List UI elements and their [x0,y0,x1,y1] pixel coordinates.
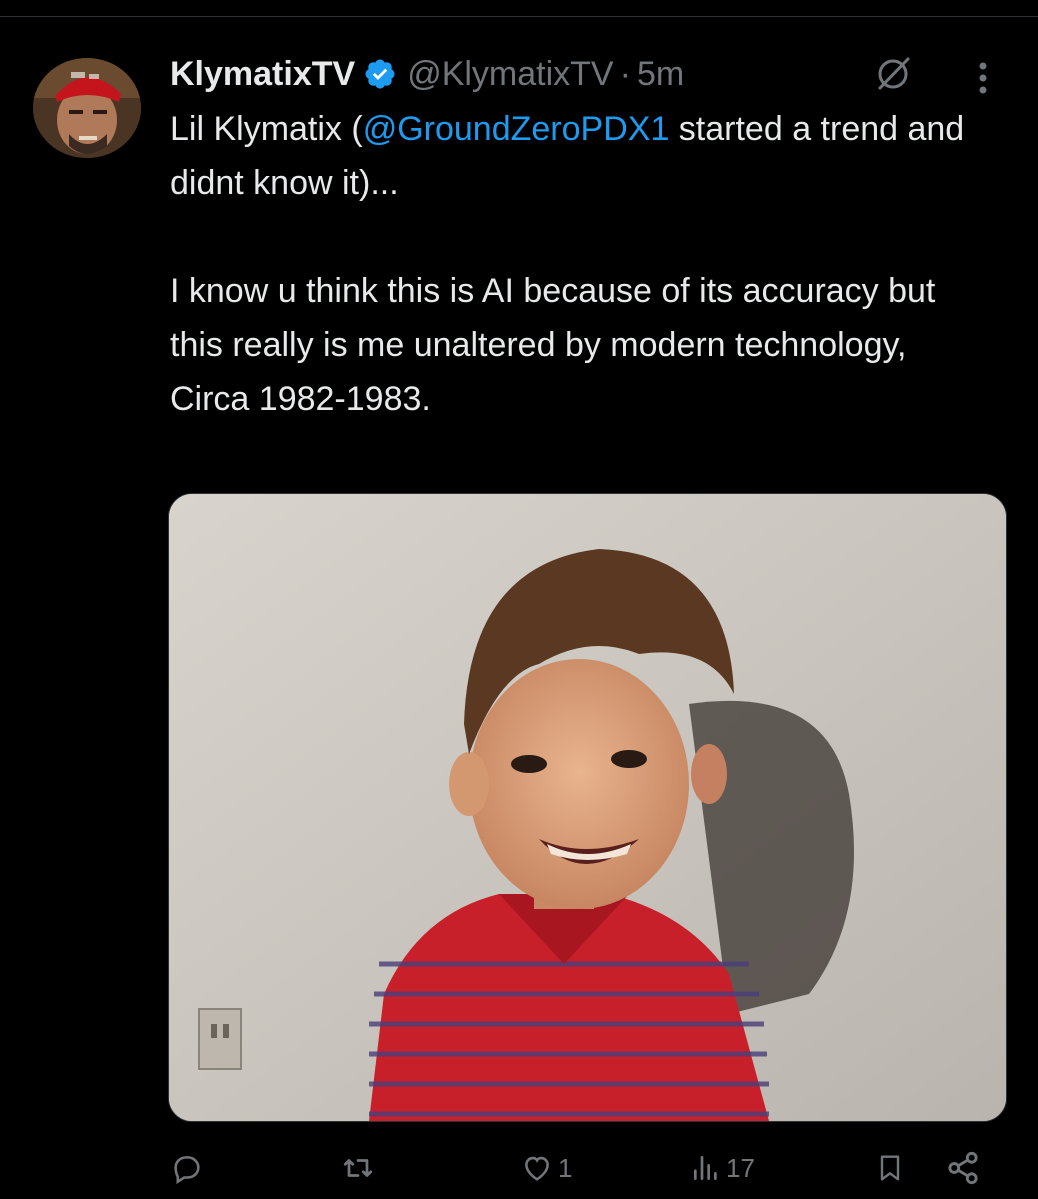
tweet-photo[interactable] [168,493,1007,1122]
like-button[interactable]: 1 [520,1140,572,1196]
bookmark-icon [874,1151,906,1185]
share-button[interactable] [944,1140,982,1196]
handle[interactable]: @KlymatixTV [407,55,613,94]
grok-icon[interactable] [874,55,912,93]
tweet-paragraph-1: Lil Klymatix (@GroundZeroPDX1 started a … [170,102,990,210]
tweet-text-prefix: Lil Klymatix ( [170,110,363,148]
views-button[interactable]: 17 [690,1140,755,1196]
tweet-paragraph-3: Circa 1982-1983. [170,380,431,418]
repost-button[interactable] [340,1140,380,1196]
verified-badge-icon [363,57,397,91]
timestamp[interactable]: 5m [637,55,684,94]
reply-icon [170,1151,204,1185]
tweet-text: Lil Klymatix (@GroundZeroPDX1 started a … [170,102,990,426]
avatar[interactable] [33,58,141,158]
separator: · [619,54,631,93]
reply-button[interactable] [170,1140,208,1196]
tweet-paragraph-2: I know u think this is AI because of its… [170,272,936,364]
tweet-header: KlymatixTV @KlymatixTV · 5m [170,52,684,96]
heart-icon [520,1151,554,1185]
display-name[interactable]: KlymatixTV [170,55,355,94]
action-bar: 1 17 [168,1140,998,1196]
more-icon[interactable] [968,58,998,98]
like-count: 1 [558,1152,573,1183]
mention-link[interactable]: @GroundZeroPDX1 [363,110,670,148]
repost-icon [340,1150,376,1186]
bookmark-button[interactable] [874,1140,906,1196]
top-divider [0,16,1038,17]
views-icon [690,1151,722,1185]
share-icon [944,1149,982,1187]
views-count: 17 [726,1152,755,1183]
